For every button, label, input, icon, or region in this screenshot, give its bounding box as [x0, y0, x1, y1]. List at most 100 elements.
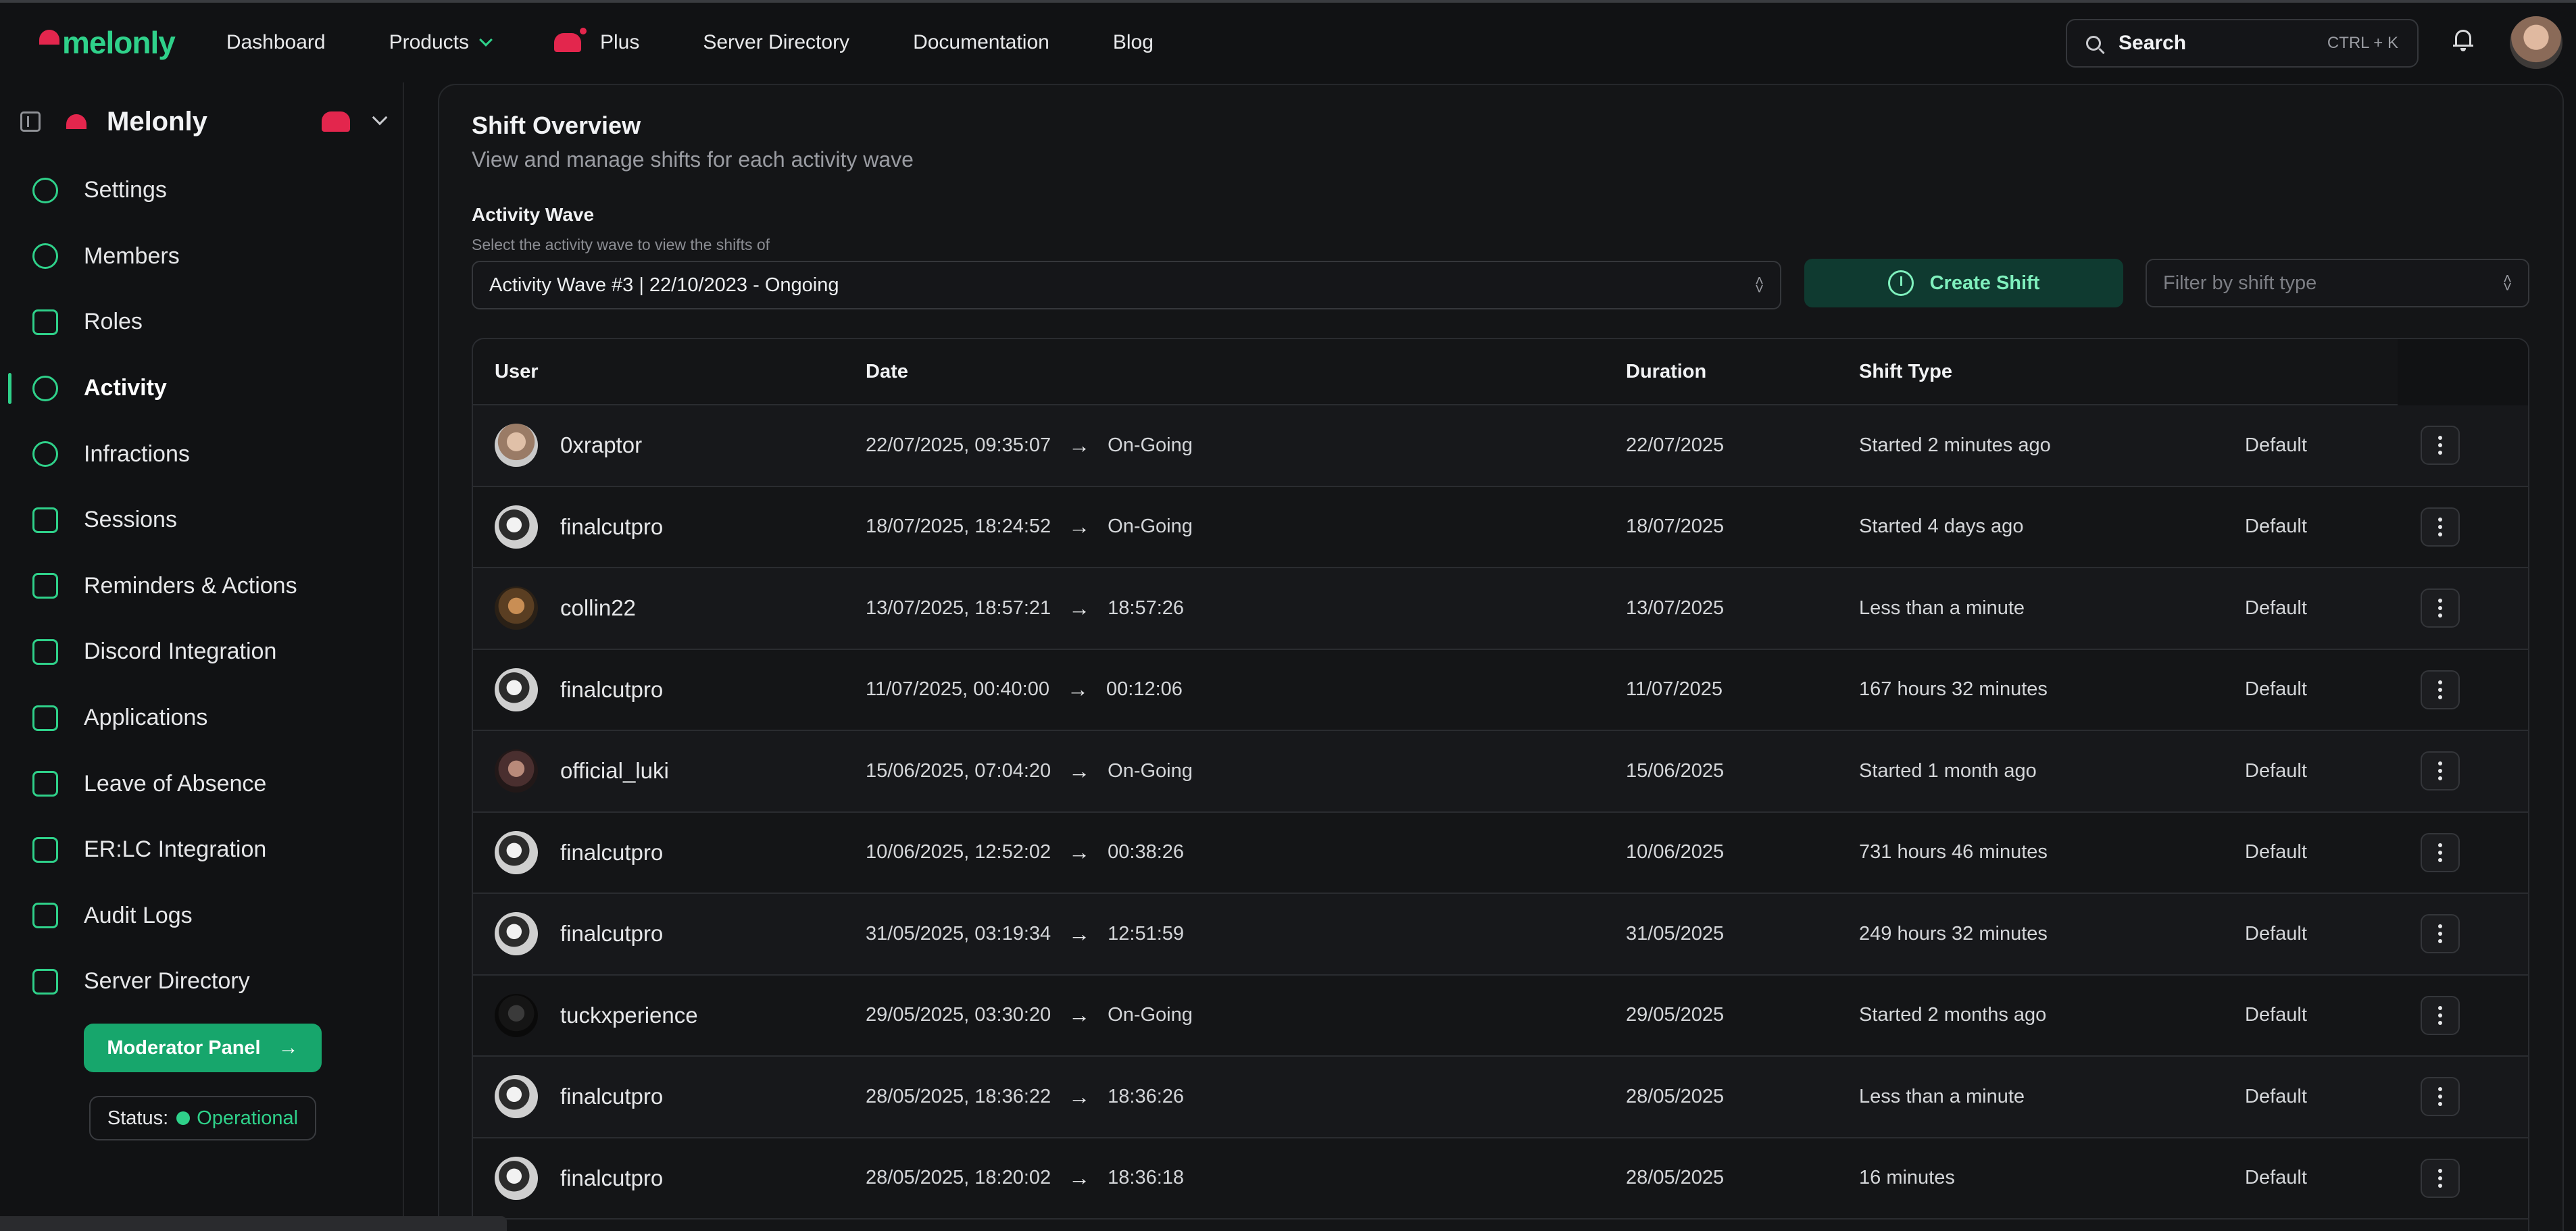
more-options-icon[interactable]	[2421, 426, 2460, 466]
arrow-right-icon: →	[1068, 1003, 1091, 1028]
user-name[interactable]: finalcutpro	[560, 514, 663, 540]
more-options-icon[interactable]	[2421, 1077, 2460, 1117]
shift-date: 31/05/2025, 03:19:34 → 12:51:59	[866, 922, 1184, 947]
sidebar-item-activity[interactable]: Activity	[0, 355, 404, 422]
sidebar-menu: Settings Members Roles Activity Infracti…	[0, 157, 404, 1015]
shift-date: 11/07/2025, 00:40:00 → 00:12:06	[866, 677, 1183, 702]
header-date[interactable]: Date	[866, 361, 908, 383]
user-name[interactable]: finalcutpro	[560, 921, 663, 947]
more-options-icon[interactable]	[2421, 507, 2460, 547]
select-updown-icon: ˄ ˅	[2503, 270, 2512, 295]
sidebar-item-settings[interactable]: Settings	[0, 157, 404, 224]
clipboard-icon	[32, 573, 58, 599]
nav-dashboard[interactable]: Dashboard	[226, 31, 326, 54]
sidebar-item-label: Sessions	[84, 507, 177, 533]
sidebar-item-leave[interactable]: Leave of Absence	[0, 751, 404, 817]
shift-type-text: Less than a minute	[1859, 1085, 2025, 1107]
browser-status-url	[0, 1216, 507, 1231]
create-shift-label: Create Shift	[1929, 272, 2040, 294]
user-name[interactable]: finalcutpro	[560, 1084, 663, 1109]
more-options-icon[interactable]	[2421, 832, 2460, 872]
sidebar-item-applications[interactable]: Applications	[0, 685, 404, 751]
sidebar-item-members[interactable]: Members	[0, 224, 404, 290]
table-row[interactable]: finalcutpro 18/07/2025, 18:24:52 → On-Go…	[473, 487, 2528, 568]
melon-logo-icon	[39, 30, 59, 45]
user-avatar	[495, 505, 538, 549]
shift-end: On-Going	[1108, 434, 1193, 456]
shift-type-badge: Default	[2245, 678, 2307, 701]
shift-date: 28/05/2025, 18:36:22 → 18:36:26	[866, 1084, 1184, 1109]
more-options-icon[interactable]	[2421, 1158, 2460, 1198]
arrow-right-icon: →	[1068, 758, 1091, 783]
sidebar-item-server-directory[interactable]: Server Directory	[0, 949, 404, 1015]
nav-products[interactable]: Products	[389, 31, 493, 54]
sidebar-toggle-icon[interactable]	[20, 111, 41, 132]
shift-duration: 10/06/2025	[1626, 841, 1725, 863]
sidebar-item-label: Server Directory	[84, 968, 250, 995]
table-row[interactable]: tuckxperience 29/05/2025, 03:30:20 → On-…	[473, 976, 2528, 1057]
header-duration[interactable]: Duration	[1626, 361, 1706, 383]
more-options-icon[interactable]	[2421, 588, 2460, 628]
shift-type-badge: Default	[2245, 841, 2307, 863]
nav-documentation[interactable]: Documentation	[913, 31, 1049, 54]
melonly-logo[interactable]: melonly	[39, 24, 176, 61]
table-row[interactable]: 0xraptor 22/07/2025, 09:35:07 → On-Going…	[473, 405, 2528, 487]
table-row[interactable]: finalcutpro 11/07/2025, 00:40:00 → 00:12…	[473, 650, 2528, 731]
bell-icon[interactable]	[2453, 28, 2473, 51]
header-shift-type[interactable]: Shift Type	[1859, 361, 1952, 383]
sidebar-item-erlc[interactable]: ER:LC Integration	[0, 817, 404, 883]
scale-icon	[32, 441, 58, 468]
shift-start: 28/05/2025, 18:36:22	[866, 1085, 1051, 1107]
shift-type-filter[interactable]: Filter by shift type ˄ ˅	[2146, 259, 2529, 307]
nav-blog[interactable]: Blog	[1113, 31, 1154, 54]
chevron-down-icon[interactable]	[372, 109, 388, 126]
sidebar-item-reminders[interactable]: Reminders & Actions	[0, 553, 404, 620]
arrow-right-icon: →	[1067, 677, 1089, 702]
status-badge: Status: Operational	[89, 1096, 316, 1140]
table-row[interactable]: finalcutpro 31/05/2025, 03:19:34 → 12:51…	[473, 894, 2528, 976]
moderator-panel-button[interactable]: Moderator Panel →	[84, 1024, 322, 1072]
more-options-icon[interactable]	[2421, 670, 2460, 709]
nav-plus-label: Plus	[599, 31, 640, 53]
table-row[interactable]: finalcutpro 28/05/2025, 18:20:02 → 18:36…	[473, 1138, 2528, 1220]
activity-wave-label: Activity Wave	[472, 204, 595, 225]
user-name[interactable]: collin22	[560, 595, 636, 621]
more-options-icon[interactable]	[2421, 914, 2460, 954]
shift-end: 18:57:26	[1108, 597, 1185, 619]
nav-server-directory[interactable]: Server Directory	[703, 31, 849, 54]
search-bar[interactable]: Search CTRL + K	[2066, 19, 2419, 68]
sidebar-item-sessions[interactable]: Sessions	[0, 487, 404, 553]
shift-duration: 31/05/2025	[1626, 922, 1725, 945]
sidebar-item-infractions[interactable]: Infractions	[0, 421, 404, 487]
table-row[interactable]: finalcutpro 28/05/2025, 18:36:22 → 18:36…	[473, 1057, 2528, 1138]
server-switcher[interactable]: Melonly	[20, 96, 388, 147]
shift-start: 10/06/2025, 12:52:02	[866, 841, 1051, 863]
user-avatar	[495, 912, 538, 956]
sidebar-item-label: Discord Integration	[84, 638, 277, 665]
shift-date: 15/06/2025, 07:04:20 → On-Going	[866, 759, 1193, 784]
create-shift-button[interactable]: Create Shift	[1804, 259, 2123, 307]
sidebar-item-audit-logs[interactable]: Audit Logs	[0, 883, 404, 949]
shift-date: 18/07/2025, 18:24:52 → On-Going	[866, 514, 1193, 539]
table-row[interactable]: finalcutpro 10/06/2025, 12:52:02 → 00:38…	[473, 813, 2528, 894]
nav-plus[interactable]: Plus	[553, 28, 640, 54]
sidebar-item-roles[interactable]: Roles	[0, 289, 404, 355]
more-options-icon[interactable]	[2421, 751, 2460, 791]
activity-wave-select[interactable]: Activity Wave #3 | 22/10/2023 - Ongoing …	[472, 261, 1781, 309]
arrow-right-icon: →	[1068, 840, 1091, 865]
user-name[interactable]: finalcutpro	[560, 677, 663, 703]
user-avatar[interactable]	[2510, 16, 2562, 69]
more-options-icon[interactable]	[2421, 995, 2460, 1035]
sidebar-item-discord[interactable]: Discord Integration	[0, 619, 404, 685]
user-name[interactable]: finalcutpro	[560, 1165, 663, 1191]
shift-type-text: 249 hours 32 minutes	[1859, 922, 2048, 945]
user-name[interactable]: official_luki	[560, 758, 669, 784]
user-name[interactable]: tuckxperience	[560, 1003, 698, 1028]
table-row[interactable]: official_luki 15/06/2025, 07:04:20 → On-…	[473, 731, 2528, 813]
user-name[interactable]: 0xraptor	[560, 432, 642, 458]
table-row[interactable]: collin22 13/07/2025, 18:57:21 → 18:57:26…	[473, 568, 2528, 650]
user-avatar	[495, 424, 538, 468]
user-name[interactable]: finalcutpro	[560, 840, 663, 865]
header-user[interactable]: User	[495, 361, 539, 383]
plus-badge-icon	[553, 28, 587, 52]
